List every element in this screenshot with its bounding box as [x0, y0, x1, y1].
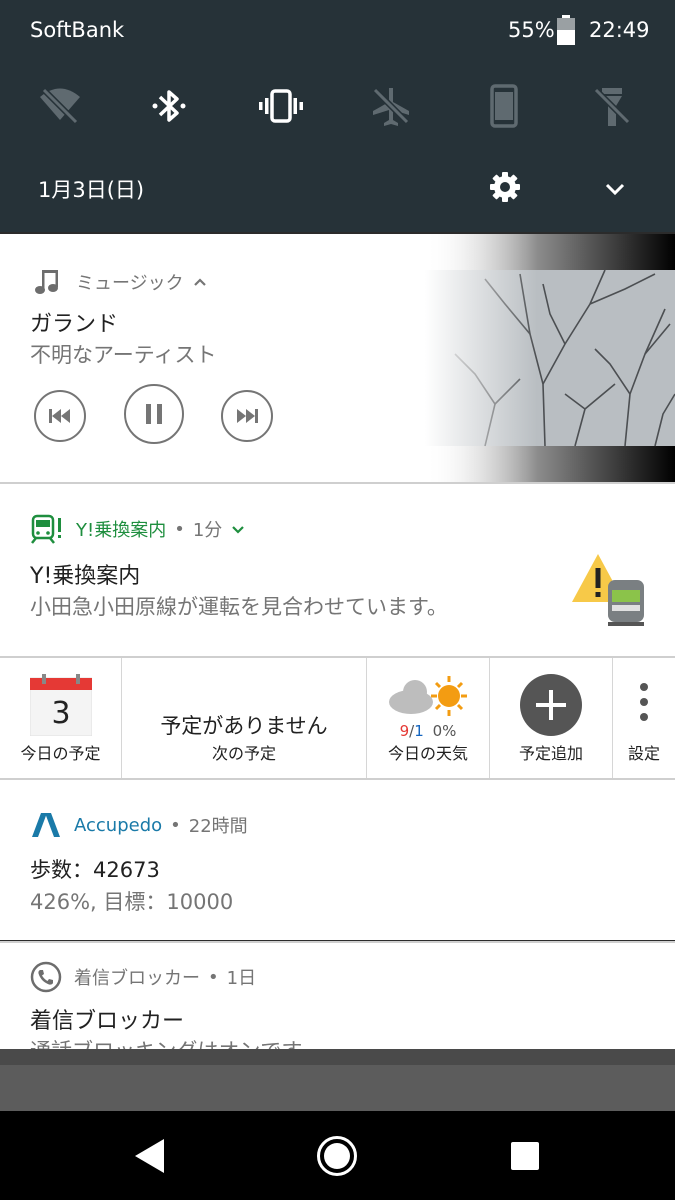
wifi-off-icon — [40, 87, 80, 125]
train-warning-icon — [572, 554, 644, 626]
flashlight-tile[interactable] — [584, 78, 640, 134]
chevron-down-icon[interactable] — [228, 519, 248, 539]
transit-title: Y!乗換案内 — [30, 564, 141, 589]
add-event-cell[interactable]: 予定追加 — [490, 658, 613, 778]
phone-icon — [30, 961, 62, 993]
temp-low: 1 — [414, 722, 424, 740]
album-art — [425, 234, 675, 482]
previous-button[interactable] — [34, 390, 86, 442]
status-bar: SoftBank 55% 22:49 — [0, 0, 675, 62]
next-button[interactable] — [221, 390, 273, 442]
bluetooth-tile[interactable] — [141, 78, 197, 134]
transit-time: 1分 — [192, 520, 223, 541]
transit-app-header: Y!乗換案内 • 1分 — [30, 514, 248, 544]
airplane-mode-icon — [372, 87, 410, 126]
train-icon — [31, 514, 61, 544]
accupedo-notification[interactable]: Accupedo • 22時間 歩数：42673 426%, 目標：10000 — [0, 780, 675, 940]
chevron-down-icon[interactable] — [600, 174, 630, 204]
partly-cloudy-icon — [389, 676, 467, 716]
song-title: ガランド — [30, 312, 119, 337]
step-count: 歩数：42673 — [30, 858, 160, 882]
quick-settings-panel: SoftBank 55% 22:49 1月3日(日) — [0, 0, 675, 232]
music-app-name: ミュージック — [76, 273, 184, 294]
wifi-tile[interactable] — [32, 78, 88, 134]
temp-high: 9 — [399, 722, 410, 740]
weather-cell[interactable]: 9/1 0% 今日の天気 — [367, 658, 490, 778]
accupedo-time: 22時間 — [188, 816, 248, 837]
next-event-cell[interactable]: 予定がありません 次の予定 — [122, 658, 367, 778]
weather-temps: 9/1 0% — [399, 722, 457, 740]
music-note-icon — [35, 270, 58, 294]
blocker-app-name: 着信ブロッカー — [74, 968, 200, 989]
vibrate-tile[interactable] — [253, 78, 309, 134]
shade-date: 1月3日(日) — [38, 178, 145, 202]
today-schedule-cell[interactable]: 3 今日の予定 — [0, 658, 122, 778]
schedule-widget: 3 今日の予定 予定がありません 次の予定 9/1 0% 今日の天気 予定追加 … — [0, 658, 675, 778]
accupedo-logo-icon — [32, 813, 60, 837]
pause-icon — [146, 404, 162, 424]
next-event-label: 次の予定 — [211, 744, 276, 763]
airplane-mode-tile[interactable] — [363, 78, 419, 134]
rain-chance: 0% — [432, 722, 457, 740]
battery-percent: 55% — [508, 18, 555, 42]
clock: 22:49 — [589, 18, 650, 42]
navigation-bar — [0, 1111, 675, 1200]
song-artist: 不明なアーティスト — [30, 343, 217, 367]
recents-icon[interactable] — [510, 1141, 540, 1171]
no-events-text: 予定がありません — [160, 714, 328, 738]
widget-settings-label: 設定 — [627, 744, 660, 763]
home-icon[interactable] — [316, 1135, 358, 1177]
blocker-title: 着信ブロッカー — [30, 1009, 185, 1034]
step-goal: 426%, 目標：10000 — [30, 890, 234, 914]
music-app-header: ミュージック — [34, 268, 210, 296]
flashlight-icon — [593, 87, 631, 126]
music-notification[interactable]: ミュージック ガランド 不明なアーティスト — [0, 234, 675, 482]
chevron-up-icon[interactable] — [190, 272, 210, 292]
add-event-label: 予定追加 — [518, 744, 583, 763]
background-below-shade — [0, 1049, 675, 1111]
transit-text: 小田急小田原線が運転を見合わせています。 — [30, 595, 448, 619]
pause-button[interactable] — [124, 384, 184, 444]
accupedo-app-name: Accupedo — [74, 814, 163, 836]
gear-icon[interactable] — [488, 170, 522, 204]
vibrate-icon — [259, 89, 303, 123]
accupedo-app-header: Accupedo • 22時間 — [30, 812, 248, 838]
more-vert-icon — [640, 683, 648, 721]
call-blocker-notification[interactable]: 着信ブロッカー • 1日 着信ブロッカー 通話ブロッキングはオンです。 — [0, 943, 675, 1049]
blocker-app-header: 着信ブロッカー • 1日 — [30, 961, 256, 993]
weather-label: 今日の天気 — [387, 744, 468, 763]
skip-next-icon — [237, 409, 258, 423]
back-icon[interactable] — [132, 1137, 168, 1175]
bluetooth-icon — [152, 90, 186, 122]
calendar-day: 3 — [51, 696, 71, 731]
widget-settings-cell[interactable]: 設定 — [613, 658, 675, 778]
carrier-name: SoftBank — [30, 18, 125, 42]
blocker-time: 1日 — [226, 968, 257, 989]
transit-app-name: Y!乗換案内 — [76, 520, 167, 541]
transit-notification[interactable]: Y!乗換案内 • 1分 Y!乗換案内 小田急小田原線が運転を見合わせています。 — [0, 484, 675, 656]
today-schedule-label: 今日の予定 — [20, 744, 101, 763]
battery-icon — [557, 15, 575, 45]
rotation-tile[interactable] — [476, 78, 532, 134]
add-icon — [520, 674, 582, 736]
skip-previous-icon — [49, 409, 70, 423]
blocker-text: 通話ブロッキングはオンです。 — [30, 1035, 321, 1049]
auto-rotate-icon — [490, 84, 518, 128]
